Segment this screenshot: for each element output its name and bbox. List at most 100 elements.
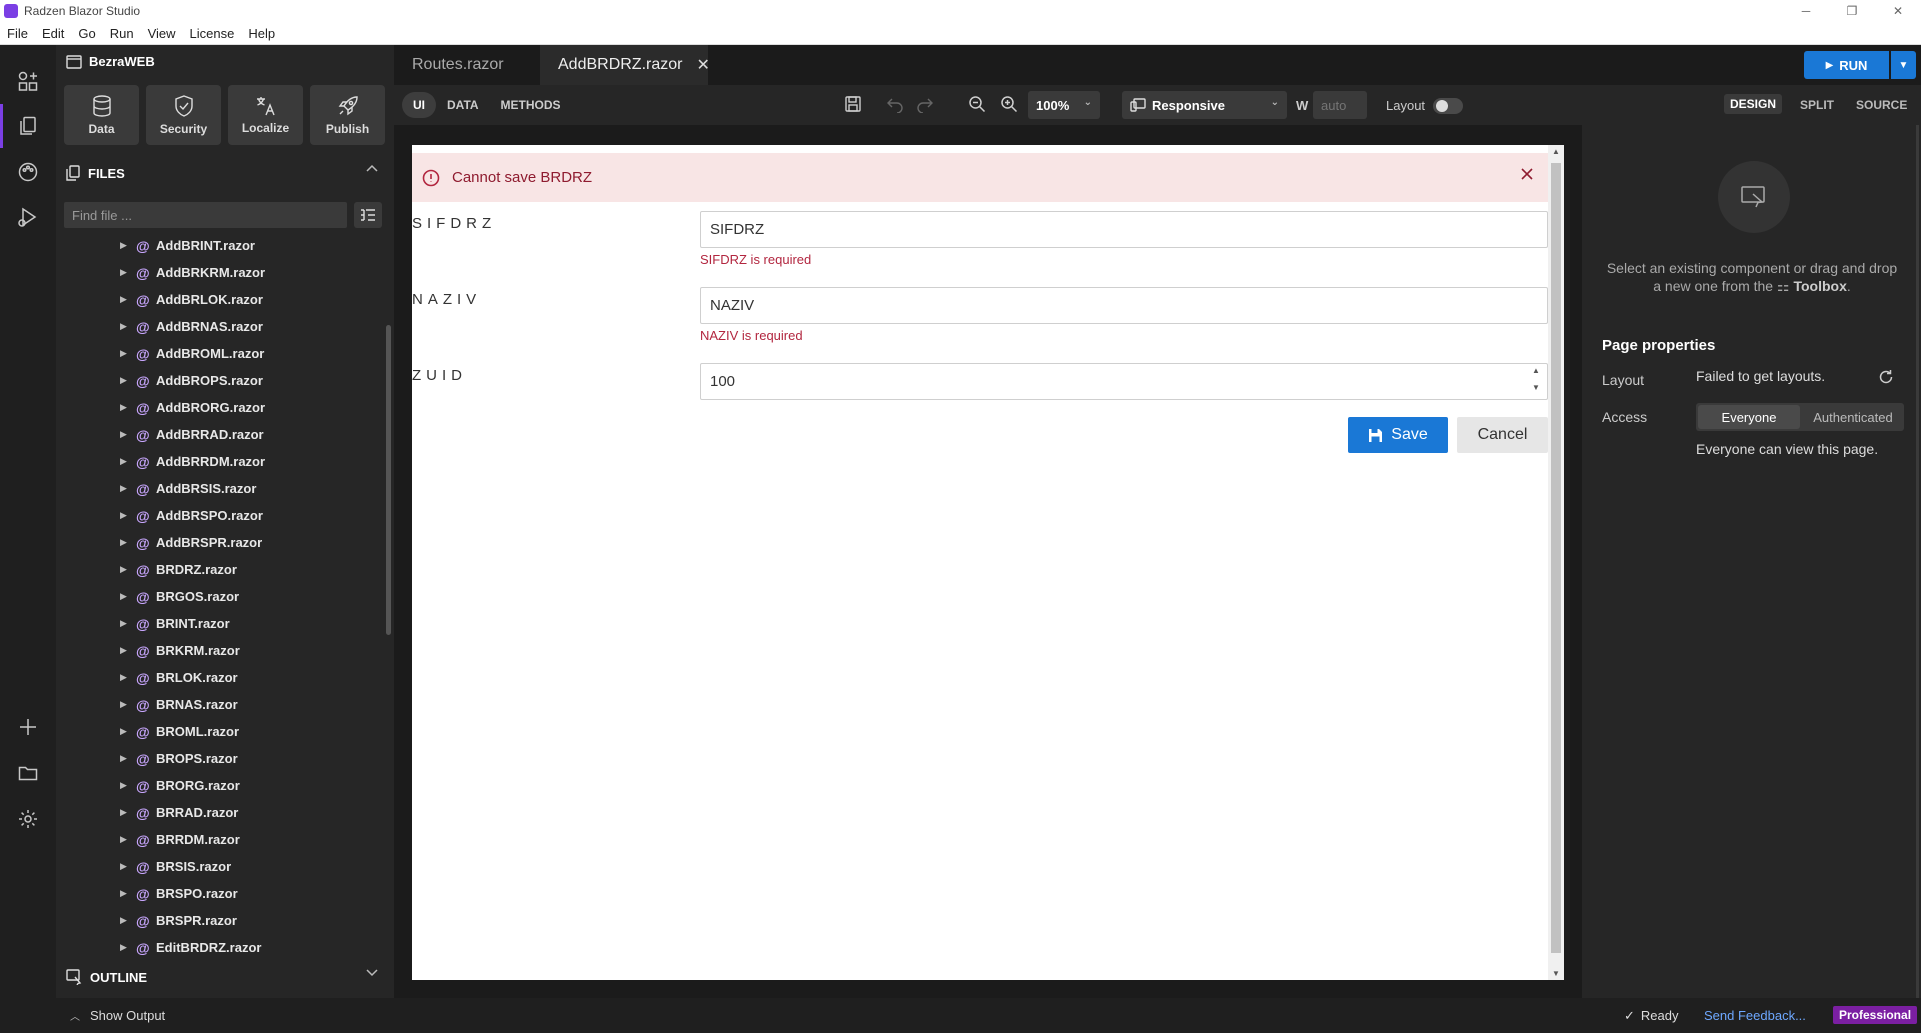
chevron-down-icon[interactable]	[366, 969, 378, 977]
expand-arrow-icon[interactable]: ▶	[120, 294, 127, 305]
project-header[interactable]: BezraWEB	[66, 54, 155, 69]
file-tree-item[interactable]: ▶ @ AddBRKRM.razor	[56, 259, 376, 286]
file-tree-item[interactable]: ▶ @ EditBRDRZ.razor	[56, 934, 376, 961]
files-icon[interactable]	[0, 104, 42, 148]
file-tree-item[interactable]: ▶ @ AddBRNAS.razor	[56, 313, 376, 340]
send-feedback-link[interactable]: Send Feedback...	[1704, 1008, 1806, 1023]
file-tree-item[interactable]: ▶ @ AddBRSPO.razor	[56, 502, 376, 529]
close-window-button[interactable]: ✕	[1875, 0, 1921, 22]
file-tree-item[interactable]: ▶ @ BRRAD.razor	[56, 799, 376, 826]
access-everyone[interactable]: Everyone	[1698, 405, 1800, 429]
expand-arrow-icon[interactable]: ▶	[120, 645, 127, 656]
close-alert-icon[interactable]	[1520, 167, 1534, 181]
file-tree-item[interactable]: ▶ @ BRRDM.razor	[56, 826, 376, 853]
run-debug-icon[interactable]	[14, 203, 42, 231]
expand-arrow-icon[interactable]: ▶	[120, 672, 127, 683]
file-tree-item[interactable]: ▶ @ AddBRSIS.razor	[56, 475, 376, 502]
zoom-in-icon[interactable]	[1000, 95, 1018, 113]
expand-arrow-icon[interactable]: ▶	[120, 537, 127, 548]
expand-arrow-icon[interactable]: ▶	[120, 240, 127, 251]
scroll-down-icon[interactable]: ▼	[1552, 969, 1560, 978]
file-tree-item[interactable]: ▶ @ AddBRSPR.razor	[56, 529, 376, 556]
expand-arrow-icon[interactable]: ▶	[120, 942, 127, 953]
expand-arrow-icon[interactable]: ▶	[120, 564, 127, 575]
device-select[interactable]: Responsive ⌄	[1122, 91, 1287, 119]
file-tree-item[interactable]: ▶ @ BRSPO.razor	[56, 880, 376, 907]
zuid-input[interactable]	[700, 363, 1548, 400]
expand-arrow-icon[interactable]: ▶	[120, 618, 127, 629]
view-design[interactable]: DESIGN	[1724, 94, 1783, 114]
expand-arrow-icon[interactable]: ▶	[120, 726, 127, 737]
file-tree-item[interactable]: ▶ @ AddBRRAD.razor	[56, 421, 376, 448]
file-tree-item[interactable]: ▶ @ AddBRORG.razor	[56, 394, 376, 421]
stepper-up-icon[interactable]: ▲	[1529, 366, 1543, 375]
access-authenticated[interactable]: Authenticated	[1802, 403, 1904, 431]
layout-toggle[interactable]	[1433, 98, 1463, 114]
zoom-out-icon[interactable]	[968, 95, 986, 113]
canvas-scrollbar[interactable]: ▲ ▼	[1548, 145, 1564, 980]
sidebar-scrollbar[interactable]	[386, 325, 391, 635]
expand-arrow-icon[interactable]: ▶	[120, 915, 127, 926]
expand-arrow-icon[interactable]: ▶	[120, 483, 127, 494]
file-tree-item[interactable]: ▶ @ AddBRRDM.razor	[56, 448, 376, 475]
expand-arrow-icon[interactable]: ▶	[120, 321, 127, 332]
menu-edit[interactable]: Edit	[35, 26, 71, 41]
scroll-thumb[interactable]	[1551, 163, 1561, 953]
redo-icon[interactable]	[916, 95, 934, 113]
data-tool-button[interactable]: Data	[64, 85, 139, 145]
run-dropdown-button[interactable]: ▼	[1891, 51, 1916, 79]
run-button[interactable]: ▶ RUN	[1804, 51, 1889, 79]
cancel-button[interactable]: Cancel	[1457, 417, 1548, 453]
mode-ui[interactable]: UI	[402, 92, 436, 118]
show-output-button[interactable]: ︿ Show Output	[70, 1008, 165, 1023]
mode-methods[interactable]: METHODS	[490, 92, 572, 118]
tree-view-toggle[interactable]	[354, 202, 382, 228]
undo-icon[interactable]	[886, 95, 904, 113]
file-tree-item[interactable]: ▶ @ BRSPR.razor	[56, 907, 376, 934]
expand-arrow-icon[interactable]: ▶	[120, 699, 127, 710]
file-tree-item[interactable]: ▶ @ BRDRZ.razor	[56, 556, 376, 583]
tab-routes[interactable]: Routes.razor	[394, 45, 540, 85]
menu-go[interactable]: Go	[71, 26, 102, 41]
menu-file[interactable]: File	[0, 26, 35, 41]
close-tab-icon[interactable]: ✕	[696, 55, 709, 75]
file-tree-item[interactable]: ▶ @ BRLOK.razor	[56, 664, 376, 691]
open-folder-icon[interactable]	[14, 759, 42, 787]
add-icon[interactable]	[14, 713, 42, 741]
theme-palette-icon[interactable]	[14, 158, 42, 186]
menu-run[interactable]: Run	[103, 26, 141, 41]
expand-arrow-icon[interactable]: ▶	[120, 510, 127, 521]
file-tree-item[interactable]: ▶ @ BRSIS.razor	[56, 853, 376, 880]
file-tree-item[interactable]: ▶ @ BRINT.razor	[56, 610, 376, 637]
files-section-header[interactable]: FILES	[66, 163, 386, 183]
file-tree-item[interactable]: ▶ @ BROML.razor	[56, 718, 376, 745]
file-tree-item[interactable]: ▶ @ AddBRLOK.razor	[56, 286, 376, 313]
file-tree-item[interactable]: ▶ @ BRKRM.razor	[56, 637, 376, 664]
file-tree-item[interactable]: ▶ @ AddBROPS.razor	[56, 367, 376, 394]
view-split[interactable]: SPLIT	[1800, 98, 1834, 112]
menu-license[interactable]: License	[183, 26, 242, 41]
scroll-up-icon[interactable]: ▲	[1552, 147, 1560, 156]
file-tree-item[interactable]: ▶ @ AddBROML.razor	[56, 340, 376, 367]
refresh-icon[interactable]	[1878, 369, 1894, 385]
publish-tool-button[interactable]: Publish	[310, 85, 385, 145]
file-tree-item[interactable]: ▶ @ AddBRINT.razor	[56, 232, 376, 259]
expand-arrow-icon[interactable]: ▶	[120, 861, 127, 872]
save-file-icon[interactable]	[844, 95, 862, 113]
expand-arrow-icon[interactable]: ▶	[120, 456, 127, 467]
file-tree-item[interactable]: ▶ @ BROPS.razor	[56, 745, 376, 772]
expand-arrow-icon[interactable]: ▶	[120, 753, 127, 764]
expand-arrow-icon[interactable]: ▶	[120, 591, 127, 602]
settings-gear-icon[interactable]	[14, 805, 42, 833]
expand-arrow-icon[interactable]: ▶	[120, 348, 127, 359]
chevron-up-icon[interactable]	[366, 164, 378, 172]
sifdrz-input[interactable]	[700, 211, 1548, 248]
width-input[interactable]	[1313, 91, 1367, 119]
expand-arrow-icon[interactable]: ▶	[120, 429, 127, 440]
file-tree-item[interactable]: ▶ @ BRNAS.razor	[56, 691, 376, 718]
menu-view[interactable]: View	[141, 26, 183, 41]
expand-arrow-icon[interactable]: ▶	[120, 267, 127, 278]
file-tree-item[interactable]: ▶ @ BRGOS.razor	[56, 583, 376, 610]
zoom-select[interactable]: 100% ⌄	[1028, 91, 1100, 119]
tab-addbrdrz[interactable]: AddBRDRZ.razor ✕	[540, 45, 710, 85]
